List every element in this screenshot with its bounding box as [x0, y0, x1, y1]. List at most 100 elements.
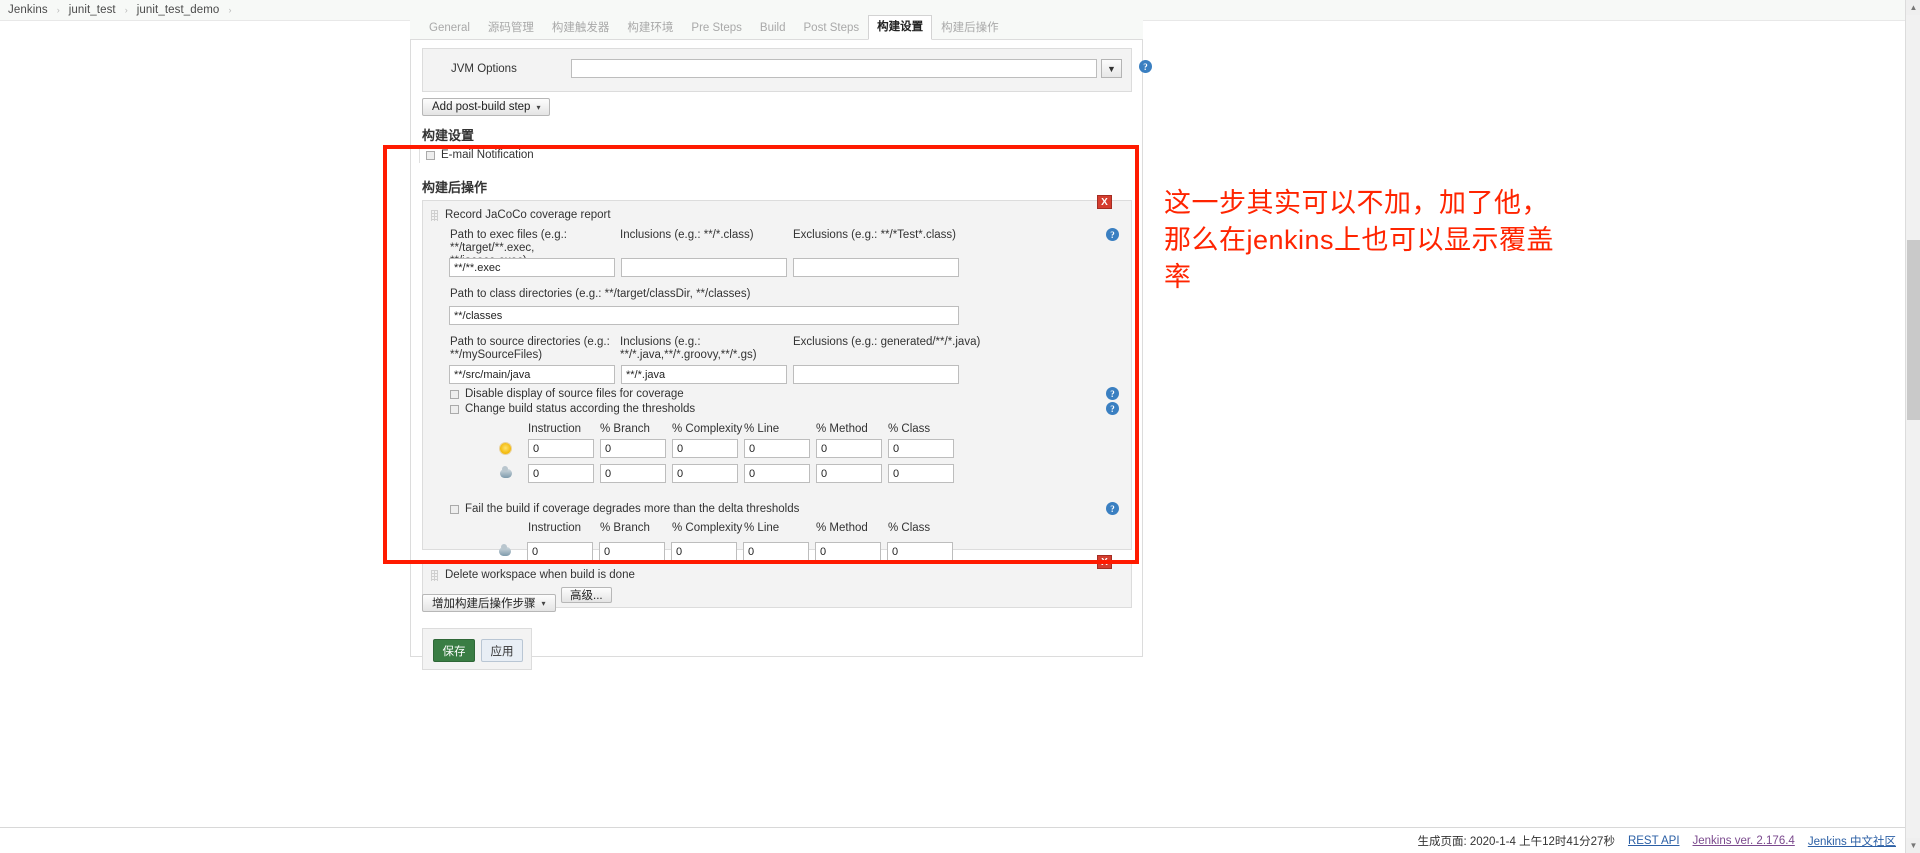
source-dirs-label: Path to source directories (e.g.: **/myS… — [450, 336, 610, 362]
delta-col-complexity: % Complexity — [672, 522, 743, 534]
fail-build-checkbox[interactable] — [450, 504, 459, 514]
jacoco-title: Record JaCoCo coverage report — [445, 209, 611, 221]
save-button[interactable]: 保存 — [433, 639, 475, 662]
chevron-down-icon: ▾ — [541, 598, 546, 608]
threshold-sunny-complexity[interactable] — [672, 439, 738, 458]
add-post-build-action-step-button[interactable]: 增加构建后操作步骤 ▾ — [422, 594, 556, 612]
delta-cloudy-complexity[interactable] — [671, 542, 737, 561]
source-inclusions-label: Inclusions (e.g.: **/*.java,**/*.groovy,… — [620, 336, 785, 362]
breadcrumb-item-junit-test-demo[interactable]: junit_test_demo — [137, 4, 220, 16]
disable-display-help-button[interactable]: ? — [1106, 387, 1119, 400]
threshold-sunny-method[interactable] — [816, 439, 882, 458]
threshold-cloudy-method[interactable] — [816, 464, 882, 483]
breadcrumb-item-jenkins[interactable]: Jenkins — [8, 4, 48, 16]
source-inclusions-label-line1: Inclusions (e.g.: — [620, 336, 701, 348]
threshold-col-complexity: % Complexity — [672, 423, 743, 435]
drag-handle-icon[interactable] — [431, 209, 438, 221]
jacoco-block: Record JaCoCo coverage report X ? Path t… — [422, 195, 1132, 550]
delta-threshold-table: Instruction % Branch % Complexity % Line… — [528, 522, 960, 534]
delta-row-cloudy-icon-wrap — [499, 544, 511, 556]
exec-exclusions-input[interactable] — [793, 258, 959, 277]
jacoco-remove-button[interactable]: X — [1097, 195, 1112, 209]
fail-build-label: Fail the build if coverage degrades more… — [465, 503, 800, 515]
cloudy-icon — [500, 466, 512, 478]
threshold-cloudy-complexity[interactable] — [672, 464, 738, 483]
threshold-cloudy-branch[interactable] — [600, 464, 666, 483]
delete-workspace-header: Delete workspace when build is done — [431, 569, 635, 581]
change-status-checkbox[interactable] — [450, 404, 459, 414]
scroll-down-arrow-icon[interactable]: ▼ — [1906, 838, 1920, 853]
disable-display-row: Disable display of source files for cove… — [450, 388, 684, 400]
sunny-icon — [500, 443, 511, 454]
threshold-row-cloudy-icon-wrap — [500, 466, 512, 478]
scroll-up-arrow-icon[interactable]: ▲ — [1906, 0, 1920, 15]
threshold-cloudy-line[interactable] — [744, 464, 810, 483]
source-inclusions-input[interactable] — [621, 365, 787, 384]
delta-cloudy-method[interactable] — [815, 542, 881, 561]
threshold-row-cloudy — [528, 464, 954, 483]
source-inclusions-label-line2: **/*.java,**/*.groovy,**/*.gs) — [620, 349, 757, 361]
drag-handle-icon[interactable] — [431, 569, 438, 581]
email-notification-checkbox[interactable] — [426, 150, 435, 160]
form-actions-bar: 保存 应用 — [422, 628, 532, 670]
tab-build-settings[interactable]: 构建设置 — [868, 15, 933, 40]
exec-path-input[interactable] — [449, 258, 615, 277]
fail-build-help-button[interactable]: ? — [1106, 502, 1119, 515]
delete-workspace-label: Delete workspace when build is done — [445, 569, 635, 581]
jvm-options-label: JVM Options — [451, 63, 517, 75]
tab-pre-steps[interactable]: Pre Steps — [682, 16, 751, 40]
tab-build-triggers[interactable]: 构建触发器 — [543, 16, 619, 40]
exec-inclusions-label: Inclusions (e.g.: **/*.class) — [620, 229, 754, 241]
source-exclusions-input[interactable] — [793, 365, 959, 384]
advanced-button[interactable]: 高级... — [561, 587, 612, 603]
exec-path-label-line1: Path to exec files (e.g.: — [450, 229, 567, 241]
jvm-options-dropdown-button[interactable]: ▼ — [1101, 59, 1122, 78]
source-dirs-input[interactable] — [449, 365, 615, 384]
tab-post-build-actions[interactable]: 构建后操作 — [932, 16, 1008, 40]
tab-general[interactable]: General — [420, 16, 479, 40]
breadcrumb-item-junit-test[interactable]: junit_test — [69, 4, 116, 16]
threshold-cloudy-class[interactable] — [888, 464, 954, 483]
config-panel-body: JVM Options ▼ ? Add post-build step ▾ 构建… — [411, 40, 1152, 670]
delete-workspace-remove-button[interactable]: X — [1097, 555, 1112, 569]
class-dirs-input[interactable] — [449, 306, 959, 325]
threshold-col-instruction: Instruction — [528, 423, 582, 435]
vertical-scrollbar[interactable]: ▲ ▼ — [1905, 0, 1920, 853]
tab-build[interactable]: Build — [751, 16, 795, 40]
help-icon: ? — [1139, 60, 1152, 73]
jacoco-help-button[interactable]: ? — [1106, 228, 1119, 241]
threshold-sunny-instruction[interactable] — [528, 439, 594, 458]
jvm-options-input[interactable] — [571, 59, 1097, 78]
threshold-table: Instruction % Branch % Complexity % Line… — [528, 423, 960, 435]
tab-build-environment[interactable]: 构建环境 — [618, 16, 682, 40]
disable-display-label: Disable display of source files for cove… — [465, 388, 684, 400]
delta-cloudy-branch[interactable] — [599, 542, 665, 561]
chevron-down-icon: ▾ — [536, 102, 541, 112]
threshold-row-sunny-icon-wrap — [500, 443, 511, 454]
footer-generated-time: 生成页面: 2020-1-4 上午12时41分27秒 — [1417, 835, 1615, 848]
tab-post-steps[interactable]: Post Steps — [795, 16, 869, 40]
breadcrumb-separator-icon: › — [124, 5, 128, 15]
footer-version-link[interactable]: Jenkins ver. 2.176.4 — [1693, 835, 1795, 847]
delta-col-class: % Class — [888, 522, 931, 534]
delta-cloudy-instruction[interactable] — [527, 542, 593, 561]
jvm-options-help-button[interactable]: ? — [1139, 60, 1152, 73]
delta-cloudy-line[interactable] — [743, 542, 809, 561]
page-footer: 生成页面: 2020-1-4 上午12时41分27秒 REST API Jenk… — [0, 827, 1920, 853]
disable-display-checkbox[interactable] — [450, 389, 459, 399]
threshold-sunny-branch[interactable] — [600, 439, 666, 458]
threshold-cloudy-instruction[interactable] — [528, 464, 594, 483]
tab-source-management[interactable]: 源码管理 — [479, 16, 543, 40]
threshold-sunny-class[interactable] — [888, 439, 954, 458]
exec-inclusions-input[interactable] — [621, 258, 787, 277]
change-status-help-button[interactable]: ? — [1106, 402, 1119, 415]
delta-cloudy-class[interactable] — [887, 542, 953, 561]
apply-button[interactable]: 应用 — [481, 639, 523, 662]
footer-rest-api-link[interactable]: REST API — [1628, 835, 1680, 847]
scrollbar-thumb[interactable] — [1907, 240, 1920, 420]
add-post-build-step-button[interactable]: Add post-build step ▾ — [422, 98, 551, 116]
add-post-build-action-step-label: 增加构建后操作步骤 — [432, 598, 536, 610]
threshold-sunny-line[interactable] — [744, 439, 810, 458]
footer-community-link[interactable]: Jenkins 中文社区 — [1808, 833, 1896, 849]
threshold-header-row: Instruction % Branch % Complexity % Line… — [528, 423, 960, 435]
